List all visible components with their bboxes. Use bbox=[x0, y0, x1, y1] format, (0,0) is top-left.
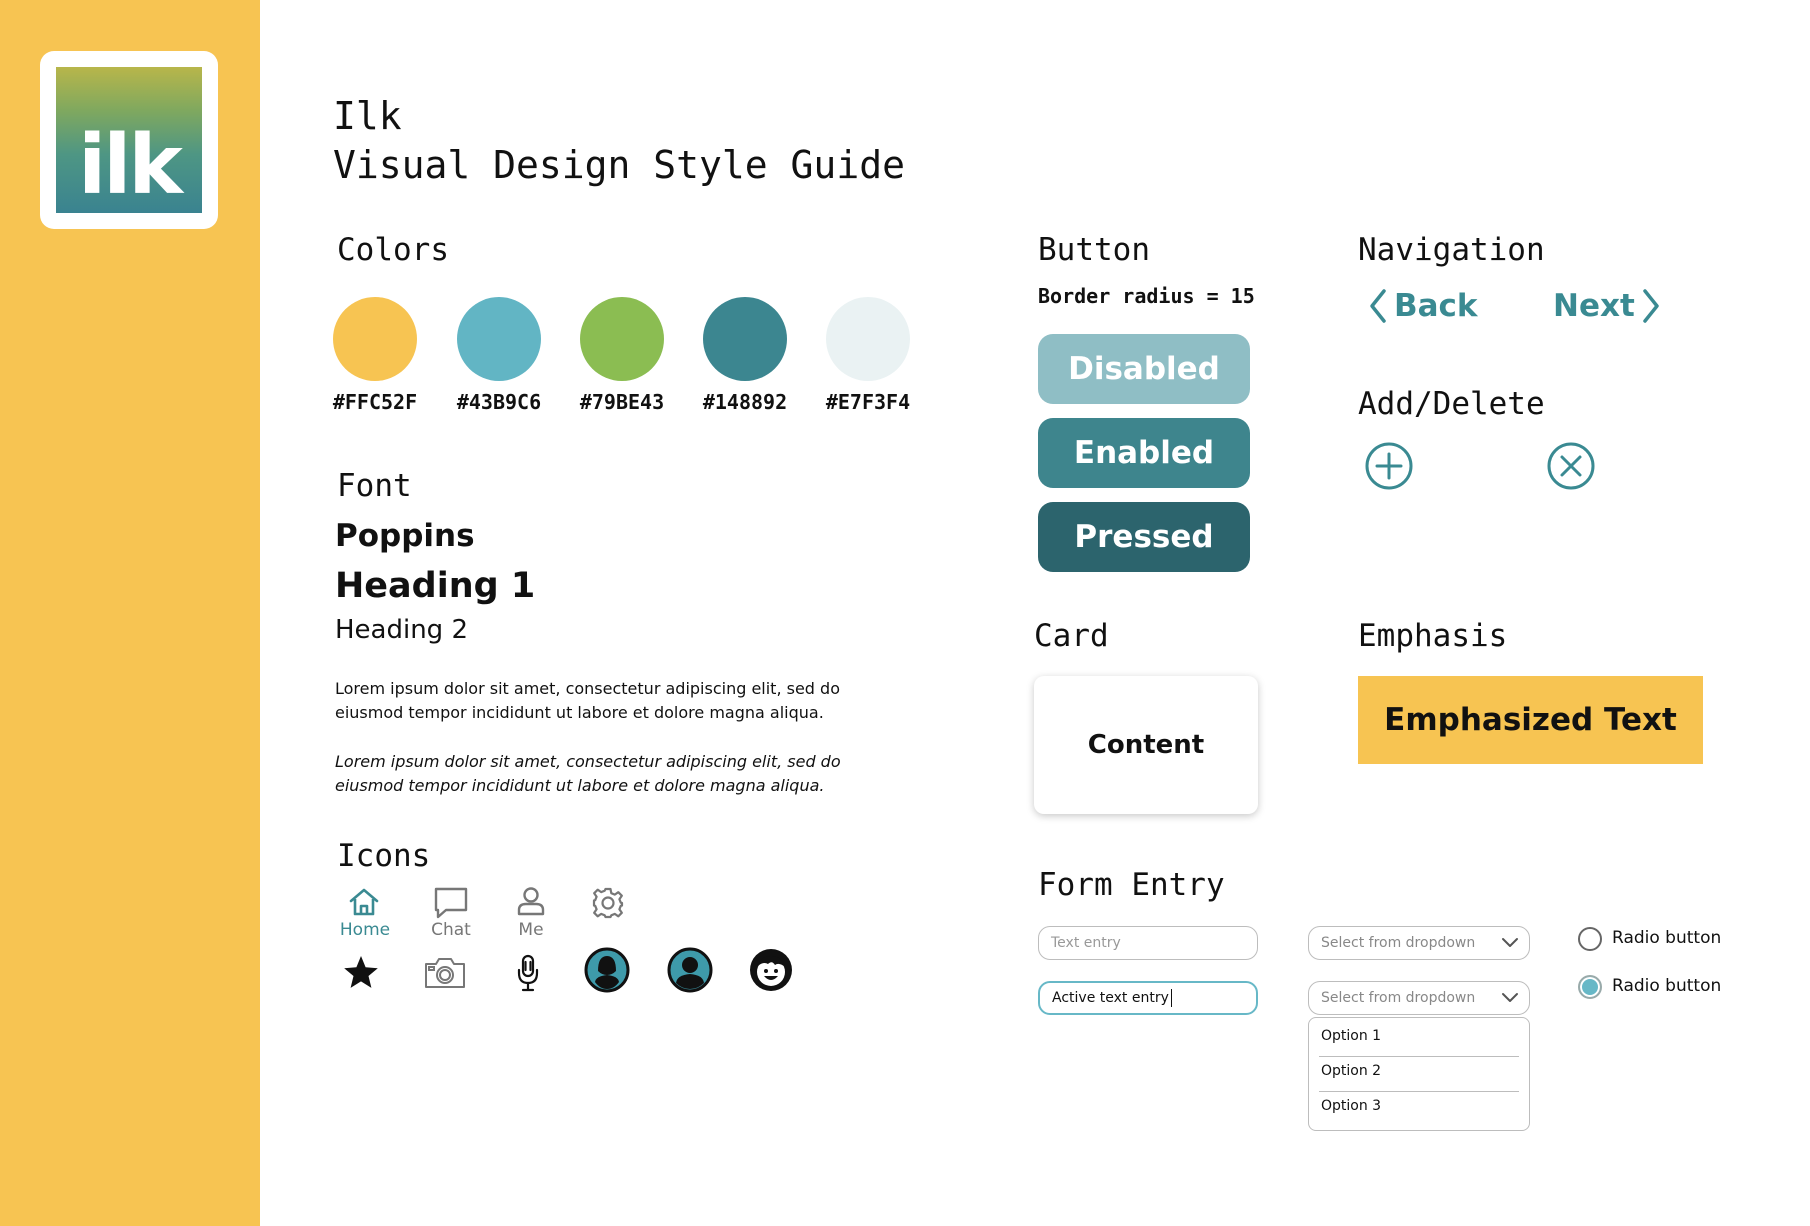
color-swatch bbox=[457, 297, 541, 381]
nav-item-home[interactable] bbox=[348, 887, 380, 921]
emphasized-text-box: Emphasized Text bbox=[1358, 676, 1703, 764]
add-icon[interactable] bbox=[1364, 441, 1414, 491]
emphasized-text: Emphasized Text bbox=[1384, 702, 1677, 738]
active-text-entry-field[interactable]: Active text entry bbox=[1038, 981, 1258, 1015]
text-entry-field[interactable]: Text entry bbox=[1038, 926, 1258, 960]
avatar-male-icon[interactable] bbox=[667, 947, 713, 993]
emphasis-heading: Emphasis bbox=[1358, 618, 1508, 654]
colors-heading: Colors bbox=[337, 232, 449, 268]
chevron-down-icon bbox=[1502, 938, 1518, 947]
text-entry-placeholder: Text entry bbox=[1051, 935, 1121, 951]
color-hex-label: #43B9C6 bbox=[456, 390, 542, 414]
color-swatch bbox=[826, 297, 910, 381]
logo-tile: ilk bbox=[56, 67, 202, 213]
radio-label-2: Radio button bbox=[1612, 976, 1722, 996]
option-divider bbox=[1319, 1091, 1519, 1092]
home-icon bbox=[349, 888, 379, 916]
person-icon bbox=[517, 887, 545, 916]
color-swatch bbox=[580, 297, 664, 381]
heading-2-sample: Heading 2 bbox=[335, 615, 468, 645]
dropdown-placeholder-1: Select from dropdown bbox=[1321, 935, 1476, 951]
pressed-button[interactable]: Pressed bbox=[1038, 502, 1250, 572]
dropdown-select-2[interactable]: Select from dropdown bbox=[1308, 981, 1530, 1015]
next-label: Next bbox=[1553, 288, 1635, 324]
color-swatch bbox=[703, 297, 787, 381]
color-hex-label: #E7F3F4 bbox=[825, 390, 911, 414]
app-name: Ilk bbox=[333, 94, 402, 138]
color-hex-label: #148892 bbox=[702, 390, 788, 414]
content-card: Content bbox=[1034, 676, 1258, 814]
option-divider bbox=[1319, 1056, 1519, 1057]
dropdown-option-1[interactable]: Option 1 bbox=[1321, 1028, 1381, 1044]
avatar-child-icon[interactable] bbox=[748, 947, 794, 993]
icons-heading: Icons bbox=[337, 838, 431, 874]
dropdown-option-3[interactable]: Option 3 bbox=[1321, 1098, 1381, 1114]
avatar-female-icon[interactable] bbox=[584, 947, 630, 993]
form-entry-heading: Form Entry bbox=[1038, 867, 1225, 903]
dropdown-placeholder-2: Select from dropdown bbox=[1321, 990, 1476, 1006]
nav-item-chat[interactable] bbox=[434, 887, 468, 923]
paragraph-italic: Lorem ipsum dolor sit amet, consectetur … bbox=[335, 752, 841, 795]
disabled-button: Disabled bbox=[1038, 334, 1250, 404]
card-heading: Card bbox=[1034, 618, 1109, 654]
logo-text: ilk bbox=[78, 118, 183, 213]
nav-item-me[interactable] bbox=[516, 886, 546, 920]
page-title: Visual Design Style Guide bbox=[333, 143, 905, 187]
text-cursor bbox=[1170, 989, 1173, 1007]
navigation-heading: Navigation bbox=[1358, 232, 1545, 268]
dropdown-menu: Option 1 Option 2 Option 3 bbox=[1308, 1017, 1530, 1131]
nav-label-me: Me bbox=[518, 920, 544, 940]
sidebar: ilk bbox=[0, 0, 260, 1226]
chevron-right-icon bbox=[1643, 289, 1659, 323]
radio-label-1: Radio button bbox=[1612, 928, 1722, 948]
next-link[interactable]: Next bbox=[1553, 288, 1661, 324]
star-icon[interactable] bbox=[343, 955, 379, 989]
enabled-button[interactable]: Enabled bbox=[1038, 418, 1250, 488]
radio-button-unselected[interactable] bbox=[1578, 927, 1602, 951]
color-hex-label: #79BE43 bbox=[579, 390, 665, 414]
back-label: Back bbox=[1394, 288, 1478, 324]
font-family-name: Poppins bbox=[335, 518, 475, 554]
card-content: Content bbox=[1087, 730, 1205, 760]
button-heading: Button bbox=[1038, 232, 1150, 268]
back-link[interactable]: Back bbox=[1368, 288, 1478, 324]
gear-icon[interactable] bbox=[592, 887, 624, 919]
color-hex-label: #FFC52F bbox=[332, 390, 418, 414]
font-heading: Font bbox=[337, 468, 412, 504]
heading-1-sample: Heading 1 bbox=[335, 566, 536, 606]
delete-icon[interactable] bbox=[1546, 441, 1596, 491]
nav-label-chat: Chat bbox=[431, 920, 471, 940]
active-text-value: Active text entry bbox=[1052, 990, 1169, 1006]
dropdown-option-2[interactable]: Option 2 bbox=[1321, 1063, 1381, 1079]
microphone-icon[interactable] bbox=[516, 953, 540, 993]
logo: ilk bbox=[40, 51, 218, 229]
add-delete-heading: Add/Delete bbox=[1358, 386, 1545, 422]
border-radius-note: Border radius = 15 bbox=[1038, 284, 1255, 308]
chevron-down-icon bbox=[1502, 993, 1518, 1002]
nav-label-home: Home bbox=[339, 920, 391, 940]
color-swatch bbox=[333, 297, 417, 381]
chevron-left-icon bbox=[1370, 289, 1386, 323]
radio-button-selected[interactable] bbox=[1578, 975, 1602, 999]
chat-icon bbox=[434, 887, 468, 919]
paragraph-regular: Lorem ipsum dolor sit amet, consectetur … bbox=[335, 679, 840, 722]
camera-icon[interactable] bbox=[424, 957, 466, 989]
dropdown-select-1[interactable]: Select from dropdown bbox=[1308, 926, 1530, 960]
